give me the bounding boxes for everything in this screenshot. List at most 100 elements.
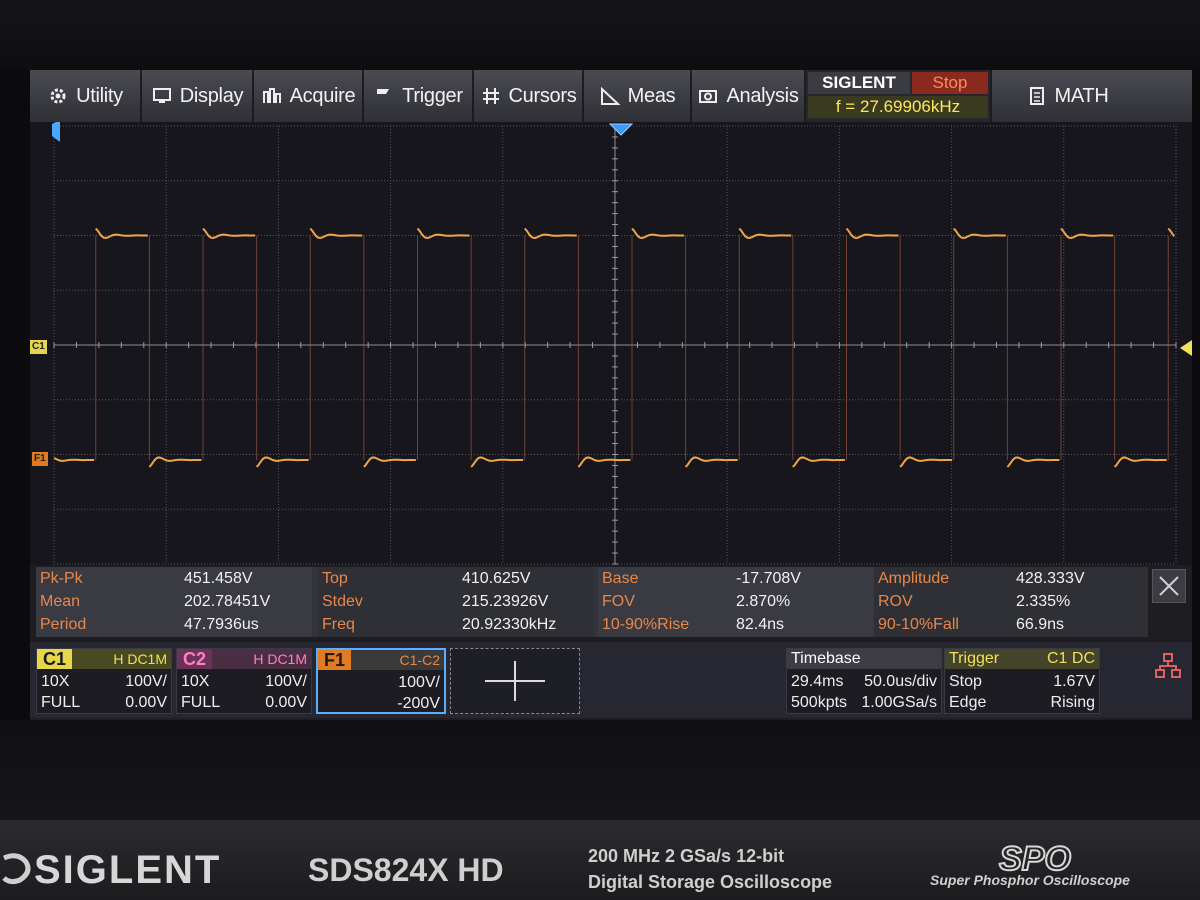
trigger-position-left-icon[interactable] <box>52 122 60 142</box>
menu-acquire-label: Acquire <box>289 84 356 107</box>
bezel-model: SDS824X HD <box>308 852 504 888</box>
spo-logo: SPO <box>998 842 1072 874</box>
trigger-delay-marker-icon[interactable] <box>608 123 634 136</box>
channel-2-bandwidth: FULL <box>181 694 221 711</box>
memory-depth: 500kpts <box>791 694 848 711</box>
measurement-name: FOV <box>602 593 635 610</box>
timebase-panel[interactable]: Timebase 29.4ms 50.0us/div 500kpts 1.00G… <box>786 648 942 714</box>
trigger-type: Edge <box>949 694 987 711</box>
waveform-low-segment <box>792 456 845 468</box>
waveform-display[interactable] <box>30 122 1192 565</box>
f1-waveform-trace <box>53 227 1176 468</box>
waveform-high-segment <box>524 227 577 240</box>
menu-trigger[interactable]: Trigger <box>364 70 474 122</box>
measurement-value: -17.708V <box>736 570 801 587</box>
waveform-high-segment <box>309 227 363 240</box>
channel-2-coupling: H DC1M <box>253 651 307 667</box>
measurement-value: 2.870% <box>736 593 791 610</box>
function-1-panel[interactable]: F1 C1-C2 100V/ -200V <box>316 648 446 714</box>
waveform-low-segment <box>363 456 416 468</box>
waveform-low-segment <box>148 456 202 468</box>
menu-meas[interactable]: Meas <box>584 70 692 122</box>
c1-offset-marker[interactable]: C1 <box>30 340 47 354</box>
waveform-high-segment <box>1167 227 1176 237</box>
waveform-low-segment <box>255 456 309 468</box>
timebase-scale: 50.0us/div <box>864 673 937 690</box>
waveform-high-segment <box>416 227 470 240</box>
channel-2-name: C2 <box>177 649 213 669</box>
menu-analysis[interactable]: Analysis <box>692 70 806 122</box>
menu-math[interactable]: MATH <box>992 70 1142 122</box>
menu-bar: Utility Display Acquire Trigger Cursors … <box>30 70 1192 122</box>
measurement-name: Top <box>322 570 348 587</box>
menu-display-label: Display <box>179 84 244 107</box>
menu-utility-label: Utility <box>76 84 123 107</box>
close-measurements-button[interactable] <box>1152 569 1186 603</box>
trigger-level-marker-icon[interactable] <box>1180 340 1192 356</box>
channel-status-bar: C1 H DC1M 10X 100V/ FULL 0.00V C2 H DC1M… <box>30 642 1192 718</box>
waveform-low-segment <box>1113 456 1167 468</box>
channel-2-probe: 10X <box>181 673 210 690</box>
trigger-source: C1 DC <box>1046 650 1095 667</box>
waveform-high-segment <box>631 227 685 240</box>
gear-icon <box>47 85 69 107</box>
timebase-title: Timebase <box>787 649 941 669</box>
waveform-low-segment <box>899 456 953 468</box>
trigger-slope: Rising <box>1050 694 1095 711</box>
trigger-panel[interactable]: Trigger C1 DC Stop 1.67V Edge Rising <box>944 648 1100 714</box>
channel-1-offset: 0.00V <box>125 694 167 711</box>
run-state-badge[interactable]: Stop <box>912 72 988 94</box>
bezel-brand: SIGLENT <box>34 848 222 892</box>
trigger-title: Trigger <box>949 650 1000 667</box>
measurement-name: Mean <box>40 593 81 610</box>
function-1-offset: -200V <box>397 695 440 712</box>
waveform-high-segment <box>738 227 792 240</box>
timebase-delay: 29.4ms <box>791 673 844 690</box>
waveform-high-segment <box>845 227 899 240</box>
waveform-high-segment <box>202 227 256 240</box>
close-icon <box>1159 576 1179 596</box>
function-1-source: C1-C2 <box>399 652 440 668</box>
add-channel-button[interactable] <box>450 648 580 714</box>
waveform-low-segment <box>577 456 631 468</box>
measurement-value: 215.23926V <box>462 593 549 610</box>
menu-cursors-label: Cursors <box>508 84 577 107</box>
measurement-value: 410.625V <box>462 570 531 587</box>
trigger-mode: Stop <box>949 673 982 690</box>
monitor-icon <box>151 85 173 107</box>
waveform-low-segment <box>1006 456 1060 468</box>
measurement-name: Stdev <box>322 593 363 610</box>
oscilloscope-screen: Utility Display Acquire Trigger Cursors … <box>30 70 1192 720</box>
channel-1-scale: 100V/ <box>125 673 167 690</box>
analysis-icon <box>697 85 719 107</box>
measurement-value: 82.4ns <box>736 616 785 633</box>
waveform-high-segment <box>94 227 148 240</box>
status-brand: SIGLENT <box>808 72 910 94</box>
waveform-low-segment <box>53 457 95 462</box>
measurement-name: Amplitude <box>878 570 950 587</box>
menu-trigger-label: Trigger <box>402 84 463 107</box>
channel-1-panel[interactable]: C1 H DC1M 10X 100V/ FULL 0.00V <box>36 648 172 714</box>
measurement-value: 2.335% <box>1016 593 1071 610</box>
menu-analysis-label: Analysis <box>726 84 799 107</box>
waveform-high-segment <box>953 227 1006 240</box>
f1-offset-marker[interactable]: F1 <box>32 452 48 466</box>
ruler-icon <box>599 85 621 107</box>
channel-2-scale: 100V/ <box>265 673 307 690</box>
menu-cursors[interactable]: Cursors <box>474 70 584 122</box>
measurement-name: 90-10%Fall <box>878 616 959 633</box>
acquire-icon <box>261 85 283 107</box>
network-icon[interactable] <box>1154 652 1182 680</box>
bezel-spec-line-2: Digital Storage Oscilloscope <box>588 872 833 892</box>
menu-utility[interactable]: Utility <box>30 70 142 122</box>
channel-2-panel[interactable]: C2 H DC1M 10X 100V/ FULL 0.00V <box>176 648 312 714</box>
menu-acquire[interactable]: Acquire <box>254 70 364 122</box>
waveform-grid-area[interactable]: C1 F1 <box>30 122 1192 565</box>
top-markers <box>52 122 1192 356</box>
menu-display[interactable]: Display <box>142 70 254 122</box>
function-1-name: F1 <box>318 650 352 670</box>
menu-meas-label: Meas <box>627 84 676 107</box>
run-status-box[interactable]: SIGLENT Stop f = 27.69906kHz <box>806 70 992 122</box>
function-1-scale: 100V/ <box>398 674 440 691</box>
plus-icon <box>485 661 545 701</box>
